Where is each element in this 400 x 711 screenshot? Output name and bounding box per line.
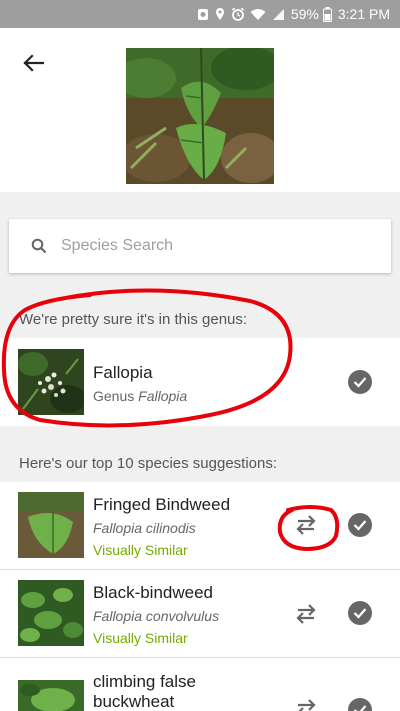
checkmark-icon <box>353 377 367 388</box>
suggestion-thumbnail <box>18 492 84 558</box>
genus-thumbnail <box>18 349 84 415</box>
compare-button[interactable] <box>293 601 319 627</box>
suggestion-thumbnail <box>18 580 84 646</box>
checkmark-icon <box>353 705 367 711</box>
suggestion-common-name: Fringed Bindweed <box>93 495 231 514</box>
battery-percent: 59% <box>290 6 319 22</box>
suggestion-row[interactable]: Black-bindweed Fallopia convolvulus Visu… <box>0 570 400 657</box>
signal-icon <box>272 8 284 20</box>
compare-button[interactable] <box>293 696 319 711</box>
suggestions-section-label: Here's our top 10 species suggestions: <box>19 455 278 472</box>
visually-similar-tag: Visually Similar <box>93 542 188 558</box>
suggestion-common-name: climbing false buckwheat <box>93 672 196 711</box>
observation-photo-image <box>126 48 274 184</box>
suggestion-thumbnail <box>18 680 84 711</box>
location-icon <box>215 8 224 20</box>
wifi-icon <box>250 8 266 20</box>
species-search-box[interactable] <box>9 219 391 273</box>
back-arrow-icon <box>23 54 44 72</box>
clock-time: 3:21 PM <box>337 6 390 22</box>
status-icons <box>197 7 285 21</box>
genus-row[interactable]: Fallopia Genus Fallopia <box>0 338 400 426</box>
compare-arrows-icon <box>298 699 316 711</box>
genus-name: Fallopia <box>93 363 153 382</box>
checkmark-icon <box>353 608 367 619</box>
battery-icon <box>322 6 332 22</box>
back-button[interactable] <box>18 48 48 78</box>
suggestion-row[interactable]: climbing false buckwheat <box>0 658 400 711</box>
compare-button[interactable] <box>293 512 319 538</box>
select-species-button[interactable] <box>348 698 372 711</box>
compare-arrows-icon <box>296 515 316 535</box>
observation-photo[interactable] <box>126 48 274 184</box>
notification-icon <box>197 9 208 20</box>
checkmark-icon <box>353 520 367 531</box>
suggestion-common-name: Black-bindweed <box>93 583 214 602</box>
genus-rank-label: Genus Fallopia <box>93 388 188 404</box>
visually-similar-tag: Visually Similar <box>93 630 188 646</box>
genus-section-label: We're pretty sure it's in this genus: <box>19 311 248 328</box>
alarm-icon <box>231 7 244 21</box>
species-search-input[interactable] <box>61 237 361 255</box>
select-species-button[interactable] <box>348 601 372 625</box>
select-species-button[interactable] <box>348 513 372 537</box>
suggestion-scientific-name: Fallopia convolvulus <box>93 608 220 624</box>
suggestion-scientific-name: Fallopia cilinodis <box>93 520 196 536</box>
observation-header <box>0 28 400 192</box>
status-bar: 59% 3:21 PM <box>0 0 400 28</box>
select-genus-button[interactable] <box>348 370 372 394</box>
suggestion-row[interactable]: Fringed Bindweed Fallopia cilinodis Visu… <box>0 482 400 569</box>
compare-arrows-icon <box>296 604 316 624</box>
search-icon <box>31 238 47 254</box>
